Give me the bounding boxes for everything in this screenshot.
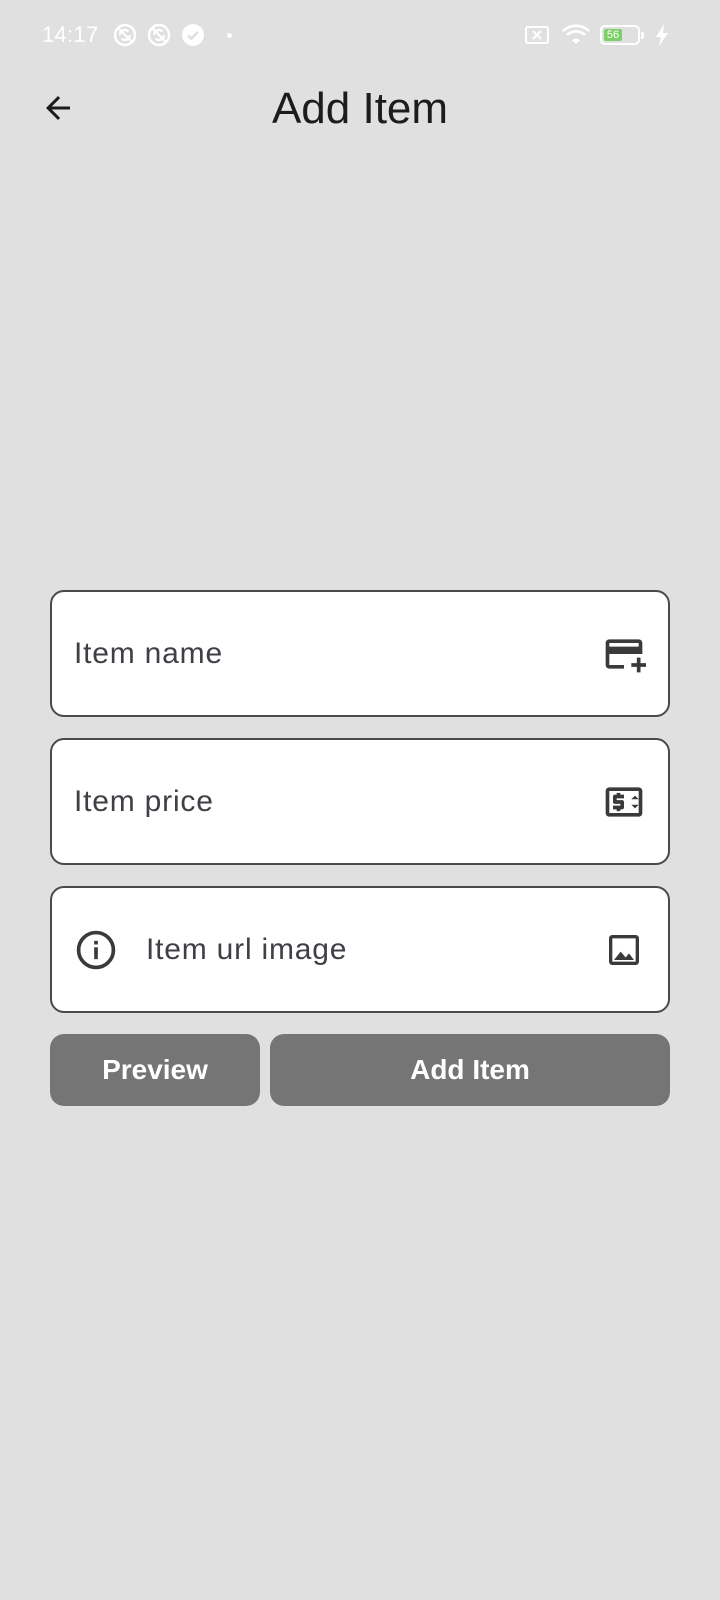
- item-name-field[interactable]: [50, 590, 670, 717]
- battery-icon: 56: [600, 25, 644, 45]
- item-price-input[interactable]: [74, 784, 602, 819]
- sync-disabled-icon: [147, 23, 171, 47]
- check-circle-icon: [181, 23, 205, 47]
- sync-disabled-icon: [113, 23, 137, 47]
- add-item-screen: 14:17 56 Add Item Item name Item price I…: [0, 0, 720, 1600]
- image-icon: [602, 928, 646, 972]
- wifi-icon: [562, 23, 590, 47]
- notification-dot-icon: [226, 32, 232, 38]
- status-bar: 14:17 56: [0, 0, 720, 70]
- price-change-icon: [602, 780, 646, 824]
- item-url-image-input[interactable]: [146, 932, 602, 967]
- page-title: Add Item: [271, 84, 449, 133]
- form-actions: Preview Add Item: [50, 1034, 670, 1106]
- app-bar: Add Item: [0, 70, 720, 150]
- item-name-input[interactable]: [74, 636, 602, 671]
- status-time: 14:17: [42, 22, 99, 47]
- add-item-button[interactable]: Add Item: [270, 1034, 670, 1106]
- credit-card-add-icon: [602, 632, 646, 676]
- battery-level: 56: [604, 29, 622, 41]
- status-right: 56: [524, 23, 678, 47]
- item-url-image-field[interactable]: [50, 886, 670, 1013]
- item-price-field[interactable]: [50, 738, 670, 865]
- no-sim-icon: [524, 23, 549, 47]
- add-item-form: [50, 590, 670, 1013]
- charging-bolt-icon: [654, 23, 678, 47]
- status-left: 14:17: [42, 22, 232, 48]
- info-icon[interactable]: [74, 928, 118, 972]
- preview-button[interactable]: Preview: [50, 1034, 260, 1106]
